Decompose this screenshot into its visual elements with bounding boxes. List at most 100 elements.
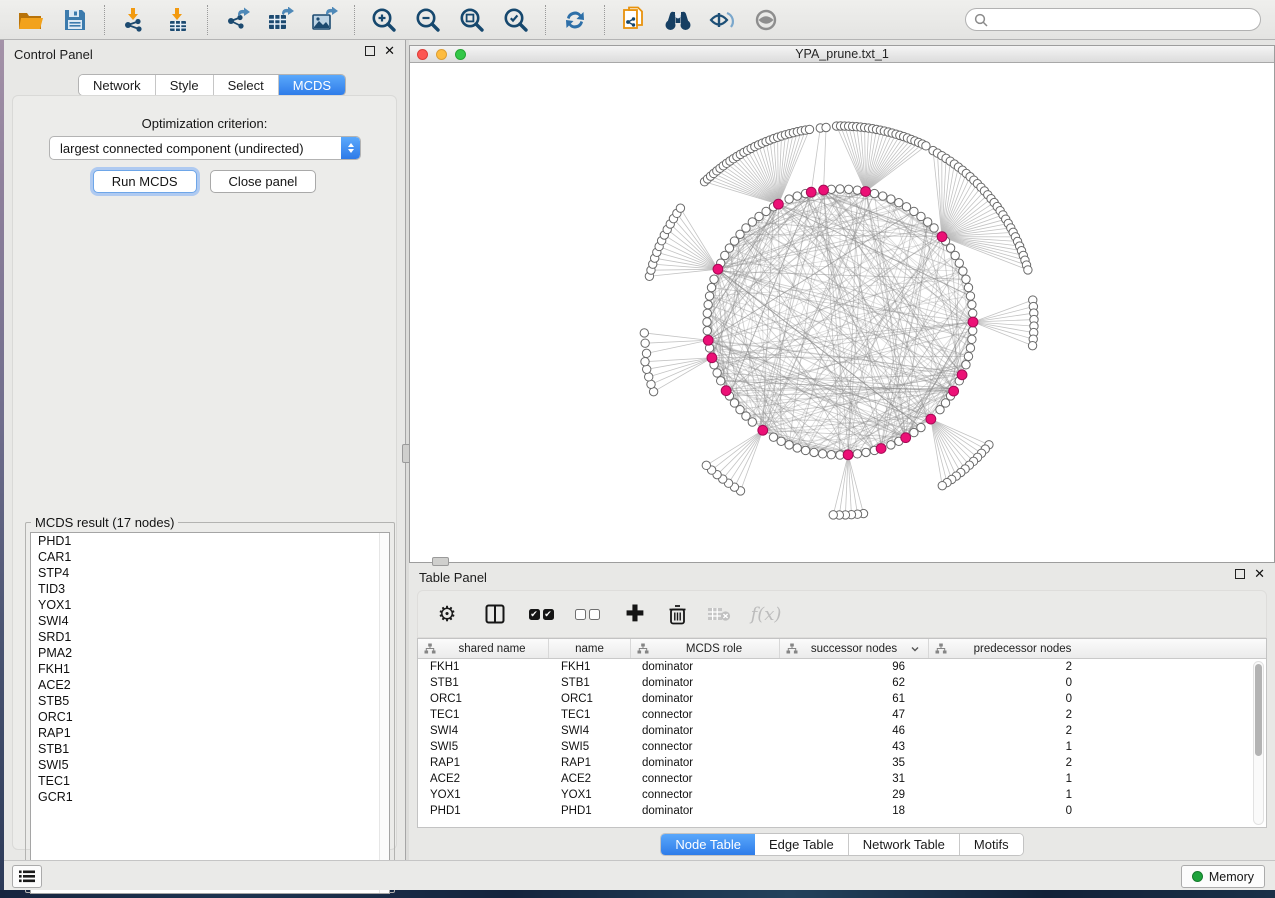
mcds-hub-node[interactable] xyxy=(703,335,713,345)
mcds-hub-node[interactable] xyxy=(773,199,783,209)
network-node[interactable] xyxy=(705,292,713,300)
mcds-hub-node[interactable] xyxy=(876,444,886,454)
tab-network-table[interactable]: Network Table xyxy=(849,834,960,855)
network-node[interactable] xyxy=(895,199,903,207)
import-network-button[interactable] xyxy=(113,3,155,37)
first-neighbors-button[interactable] xyxy=(657,3,699,37)
mcds-hub-node[interactable] xyxy=(819,185,829,195)
network-node[interactable] xyxy=(964,283,972,291)
column-header-successor-nodes[interactable]: successor nodes xyxy=(780,639,929,658)
network-node[interactable] xyxy=(810,448,818,456)
mcds-result-item[interactable]: STP4 xyxy=(31,565,389,581)
tab-select[interactable]: Select xyxy=(214,75,279,95)
network-node[interactable] xyxy=(829,511,837,519)
memory-button[interactable]: Memory xyxy=(1181,865,1265,888)
network-node[interactable] xyxy=(762,207,770,215)
network-node[interactable] xyxy=(836,185,844,193)
network-node[interactable] xyxy=(641,339,649,347)
network-node[interactable] xyxy=(710,275,718,283)
zoom-selected-button[interactable] xyxy=(495,3,537,37)
show-columns-button[interactable] xyxy=(480,597,510,631)
network-graph[interactable] xyxy=(410,63,1274,562)
float-panel-icon[interactable] xyxy=(365,46,375,56)
network-node[interactable] xyxy=(844,185,852,193)
network-node[interactable] xyxy=(717,377,725,385)
window-zoom-traffic-light[interactable] xyxy=(455,49,466,60)
network-node[interactable] xyxy=(966,344,974,352)
table-row[interactable]: ACE2ACE2connector311 xyxy=(418,771,1266,787)
network-node[interactable] xyxy=(822,123,830,131)
mcds-result-item[interactable]: FKH1 xyxy=(31,661,389,677)
mcds-hub-node[interactable] xyxy=(901,433,911,443)
column-header-predecessor-nodes[interactable]: predecessor nodes xyxy=(929,639,1098,658)
float-table-panel-icon[interactable] xyxy=(1235,569,1245,579)
tab-motifs[interactable]: Motifs xyxy=(960,834,1023,855)
tab-edge-table[interactable]: Edge Table xyxy=(755,834,849,855)
tab-network[interactable]: Network xyxy=(79,75,156,95)
network-node[interactable] xyxy=(853,186,861,194)
mcds-result-item[interactable]: YOX1 xyxy=(31,597,389,613)
run-mcds-button[interactable]: Run MCDS xyxy=(93,170,197,193)
create-column-button[interactable]: ✚ xyxy=(620,597,650,631)
mcds-result-item[interactable]: GCR1 xyxy=(31,789,389,805)
hide-unselected-button[interactable] xyxy=(701,3,743,37)
export-image-button[interactable] xyxy=(304,3,346,37)
export-table-button[interactable] xyxy=(260,3,302,37)
mcds-result-item[interactable]: SWI5 xyxy=(31,757,389,773)
network-node[interactable] xyxy=(968,300,976,308)
tab-node-table[interactable]: Node Table xyxy=(661,834,755,855)
network-node[interactable] xyxy=(870,189,878,197)
network-node[interactable] xyxy=(643,365,651,373)
mcds-result-item[interactable]: TEC1 xyxy=(31,773,389,789)
network-node[interactable] xyxy=(703,309,711,317)
mcds-hub-node[interactable] xyxy=(861,187,871,197)
mcds-hub-node[interactable] xyxy=(926,414,936,424)
network-node[interactable] xyxy=(769,433,777,441)
network-node[interactable] xyxy=(642,349,650,357)
task-history-button[interactable] xyxy=(12,865,42,888)
network-node[interactable] xyxy=(862,448,870,456)
function-builder-button[interactable]: f(x) xyxy=(748,597,784,631)
network-node[interactable] xyxy=(887,441,895,449)
network-node[interactable] xyxy=(966,292,974,300)
mcds-result-item[interactable]: SRD1 xyxy=(31,629,389,645)
network-node[interactable] xyxy=(936,405,944,413)
mcds-hub-node[interactable] xyxy=(721,386,731,396)
network-window-titlebar[interactable]: YPA_prune.txt_1 xyxy=(410,46,1274,63)
network-node[interactable] xyxy=(640,329,648,337)
network-node[interactable] xyxy=(910,428,918,436)
show-all-button[interactable] xyxy=(745,3,787,37)
mcds-result-item[interactable]: SWI4 xyxy=(31,613,389,629)
horizontal-splitter-handle[interactable] xyxy=(432,557,449,566)
network-node[interactable] xyxy=(793,444,801,452)
export-network-button[interactable] xyxy=(216,3,258,37)
mcds-result-item[interactable]: PMA2 xyxy=(31,645,389,661)
delete-column-button[interactable] xyxy=(662,597,692,631)
mcds-result-item[interactable]: CAR1 xyxy=(31,549,389,565)
network-node[interactable] xyxy=(879,192,887,200)
table-row[interactable]: FKH1FKH1dominator962 xyxy=(418,659,1266,675)
network-node[interactable] xyxy=(887,195,895,203)
table-row[interactable]: RAP1RAP1dominator352 xyxy=(418,755,1266,771)
mcds-hub-node[interactable] xyxy=(806,187,816,197)
table-scrollbar[interactable] xyxy=(1253,661,1264,825)
network-node[interactable] xyxy=(853,450,861,458)
delete-table-button[interactable] xyxy=(702,597,736,631)
network-node[interactable] xyxy=(964,352,972,360)
network-node[interactable] xyxy=(703,318,711,326)
network-node[interactable] xyxy=(951,251,959,259)
import-table-button[interactable] xyxy=(157,3,199,37)
network-node[interactable] xyxy=(959,267,967,275)
network-node[interactable] xyxy=(777,437,785,445)
network-node[interactable] xyxy=(785,441,793,449)
mcds-result-item[interactable]: ACE2 xyxy=(31,677,389,693)
network-node[interactable] xyxy=(793,192,801,200)
network-node[interactable] xyxy=(955,259,963,267)
mcds-hub-node[interactable] xyxy=(937,232,947,242)
mcds-hub-node[interactable] xyxy=(957,370,967,380)
network-node[interactable] xyxy=(818,450,826,458)
zoom-in-button[interactable] xyxy=(363,3,405,37)
column-header-shared-name[interactable]: shared name xyxy=(418,639,549,658)
criterion-dropdown[interactable]: largest connected component (undirected) xyxy=(49,136,361,160)
network-node[interactable] xyxy=(968,335,976,343)
